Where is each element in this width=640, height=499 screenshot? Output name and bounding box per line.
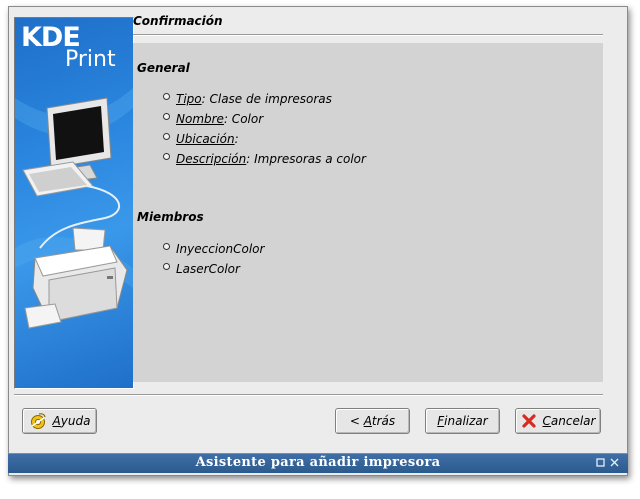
bullet-icon	[163, 93, 170, 100]
members-heading: Miembros	[137, 210, 204, 224]
window-titlebar[interactable]: Asistente para añadir impresora	[8, 453, 628, 473]
bullet-icon	[163, 133, 170, 140]
back-button[interactable]: < Atrás	[335, 408, 410, 434]
general-heading: General	[137, 61, 190, 75]
finish-button[interactable]: Finalizar	[425, 408, 500, 434]
bullet-icon	[163, 113, 170, 120]
bullet-icon	[163, 263, 170, 270]
bullet-icon	[163, 243, 170, 250]
general-item-location: Ubicación:	[163, 132, 239, 146]
print-logo-text: Print	[65, 47, 116, 72]
help-lifebuoy-icon	[29, 412, 47, 430]
printer-computer-illustration	[15, 88, 133, 329]
restore-icon[interactable]	[595, 457, 606, 468]
cancel-x-icon	[521, 413, 537, 429]
close-icon[interactable]	[609, 457, 620, 468]
general-item-type: Tipo: Clase de impresoras	[163, 92, 332, 106]
summary-panel: General Tipo: Clase de impresoras Nombre…	[133, 43, 603, 382]
cancel-button[interactable]: Cancelar	[515, 408, 601, 434]
general-item-name: Nombre: Color	[163, 112, 263, 126]
title-divider	[133, 34, 603, 36]
help-button[interactable]: Ayuda	[22, 408, 97, 434]
window-title: Asistente para añadir impresora	[195, 455, 441, 470]
button-divider	[14, 394, 603, 396]
member-item: InyeccionColor	[163, 242, 264, 256]
page-title: Confirmación	[133, 14, 223, 28]
general-item-description: Descripción: Impresoras a color	[163, 152, 366, 166]
member-item: LaserColor	[163, 262, 240, 276]
bullet-icon	[163, 153, 170, 160]
kdeprint-banner: KDE Print	[14, 17, 134, 389]
